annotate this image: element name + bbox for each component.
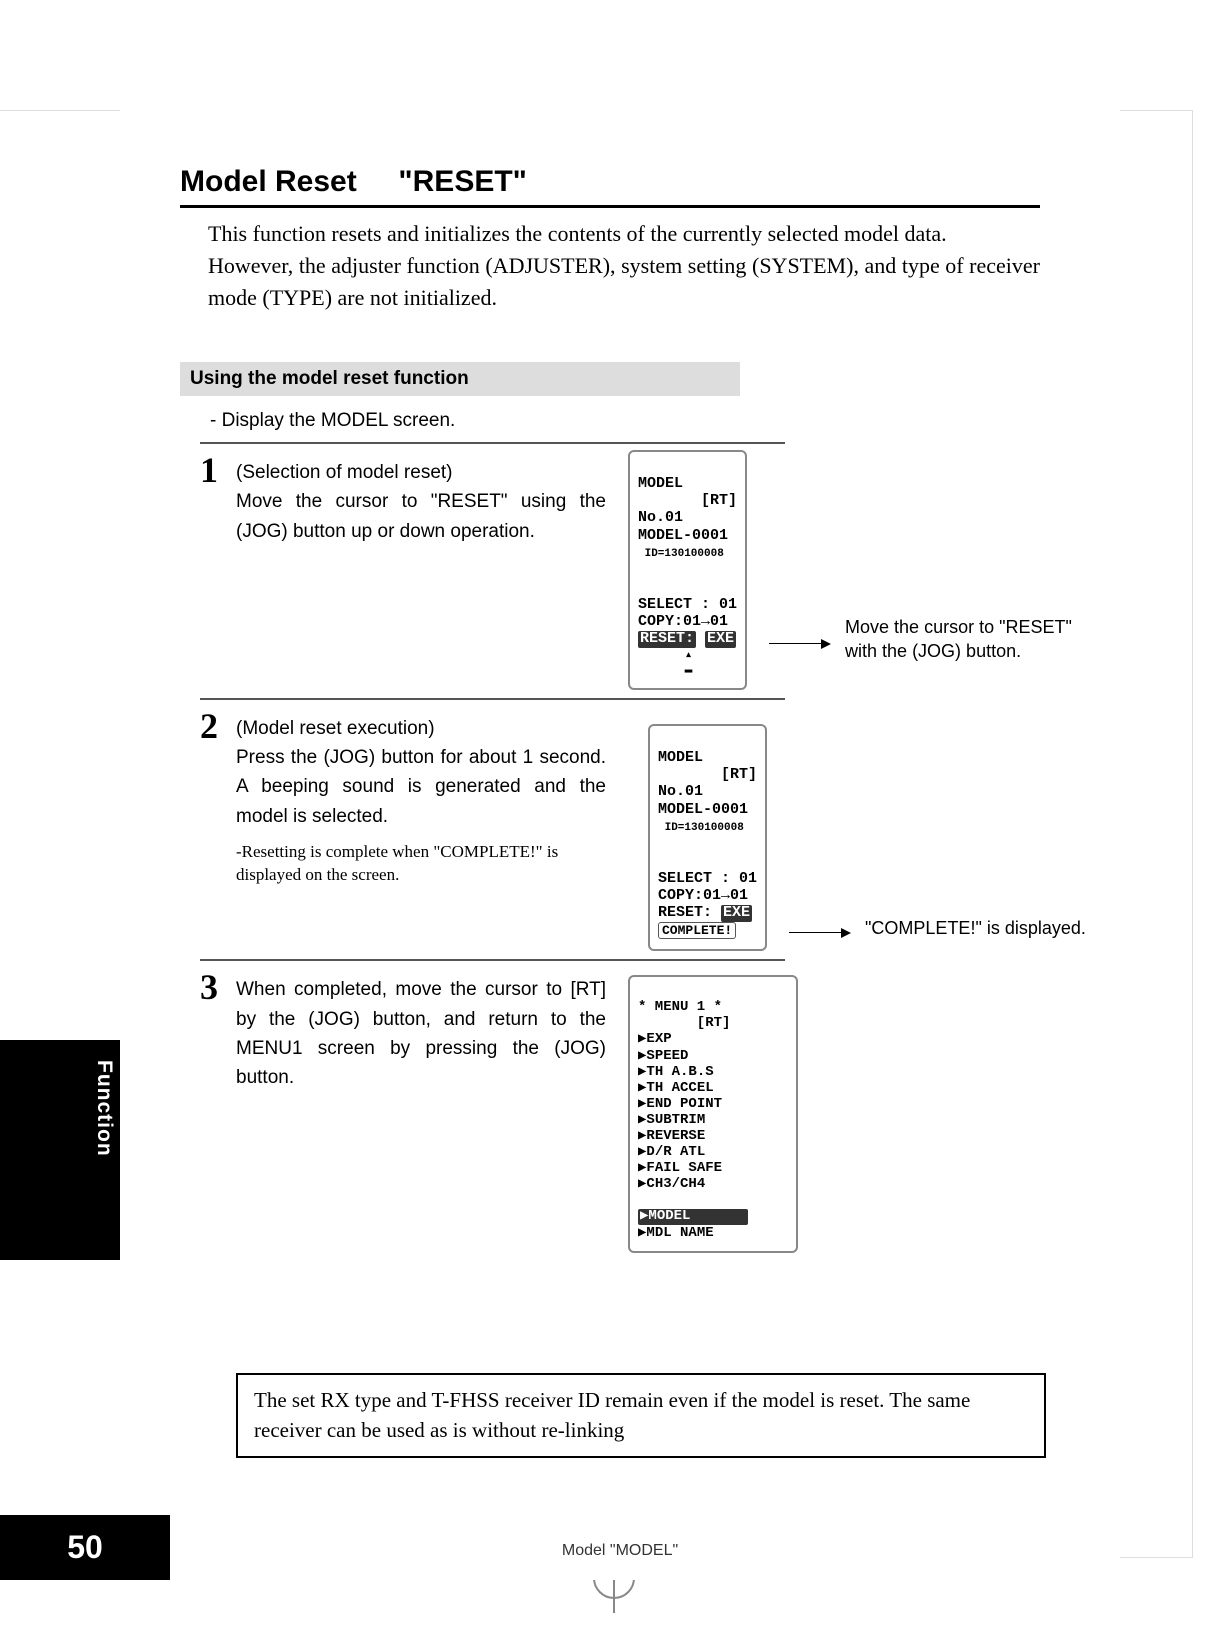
lcd3-item: ▶EXP <box>638 1031 672 1047</box>
step-3: 3 When completed, move the cursor to [RT… <box>180 967 1040 1253</box>
lcd3-title: * MENU 1 * <box>638 999 722 1015</box>
note-box: The set RX type and T-FHSS receiver ID r… <box>236 1373 1046 1458</box>
title-quote-open: " <box>398 165 412 198</box>
step-2-callout: "COMPLETE!" is displayed. <box>865 916 1115 940</box>
lcd-screen-3: * MENU 1 * [RT] ▶EXP ▶SPEED ▶TH A.B.S ▶T… <box>628 975 798 1253</box>
lcd1-l6: SELECT : 01 <box>638 596 737 613</box>
lcd3-item: ▶SPEED <box>638 1048 688 1064</box>
footer-text: Model "MODEL" <box>562 1542 678 1560</box>
step-2: 2 (Model reset execution) Press the (JOG… <box>180 706 1040 952</box>
step-1-heading: (Selection of model reset) <box>236 462 453 483</box>
intro-paragraph-2: However, the adjuster function (ADJUSTER… <box>180 250 1040 314</box>
lcd2-l1: MODEL <box>658 749 703 766</box>
lcd-screen-2: MODEL [RT] No.01 MODEL-0001 ID=130100008… <box>648 724 767 952</box>
intro-paragraph-1: This function resets and initializes the… <box>180 218 1040 250</box>
lcd3-selected: ▶MODEL <box>638 1209 748 1224</box>
title-quote-close: " <box>513 165 527 198</box>
lcd3-item: ▶TH ACCEL <box>638 1080 714 1096</box>
lcd3-item: ▶END POINT <box>638 1096 722 1112</box>
lcd-screen-1: MODEL [RT] No.01 MODEL-0001 ID=130100008… <box>628 450 747 690</box>
step-3-number: 3 <box>200 969 236 1005</box>
lcd2-l7: COPY:01→01 <box>658 887 748 904</box>
lcd3-item: ▶CH3/CH4 <box>638 1176 705 1192</box>
lcd1-l2: [RT] <box>638 492 737 509</box>
arrow-icon <box>789 932 849 933</box>
page-number: 50 <box>0 1515 170 1580</box>
lcd3-rt: [RT] <box>638 1015 730 1031</box>
lcd2-l3: No.01 <box>658 783 703 800</box>
step-1-number: 1 <box>200 452 236 488</box>
step-2-heading: (Model reset execution) <box>236 718 435 739</box>
step-2-body: Press the (JOG) button for about 1 secon… <box>236 747 606 827</box>
lcd3-item: ▶FAIL SAFE <box>638 1160 722 1176</box>
lcd2-l6: SELECT : 01 <box>658 870 757 887</box>
section-heading: Using the model reset function <box>180 362 740 396</box>
side-tab-label: Function <box>0 1040 116 1157</box>
step-3-rule-top <box>200 959 785 961</box>
lcd3-item: ▶REVERSE <box>638 1128 705 1144</box>
title-reset-word: RESET <box>413 165 513 198</box>
lcd3-item: ▶MDL NAME <box>638 1225 714 1241</box>
step-2-note: -Resetting is complete when "COMPLETE!" … <box>236 841 626 887</box>
lcd1-reset-label: RESET: <box>638 631 696 648</box>
step-1-callout: Move the cursor to "RESET" with the (JOG… <box>845 615 1095 664</box>
lcd2-l5: ID=130100008 <box>658 822 744 834</box>
lcd1-l4: MODEL-0001 <box>638 527 728 544</box>
antenna-icon: ▴▬ <box>638 648 737 678</box>
lcd3-item: ▶SUBTRIM <box>638 1112 705 1128</box>
lcd2-l4: MODEL-0001 <box>658 801 748 818</box>
side-tab: Function <box>0 1040 120 1260</box>
step-1: 1 (Selection of model reset) Move the cu… <box>180 450 1040 690</box>
display-instruction: - Display the MODEL screen. <box>210 410 1040 432</box>
title-main: Model Reset <box>180 165 357 198</box>
lcd2-l2: [RT] <box>658 766 757 783</box>
lcd1-exe: EXE <box>705 631 736 648</box>
lcd1-l1: MODEL <box>638 475 683 492</box>
step-2-number: 2 <box>200 708 236 744</box>
lcd3-item: ▶TH A.B.S <box>638 1064 714 1080</box>
lcd1-l5: ID=130100008 <box>638 548 724 560</box>
lcd2-reset-label: RESET: <box>658 904 712 921</box>
lcd2-exe: EXE <box>721 905 752 922</box>
lcd1-l7: COPY:01→01 <box>638 613 728 630</box>
page: Function Model Reset "RESET" This functi… <box>120 0 1120 1580</box>
lcd3-item: ▶D/R ATL <box>638 1144 705 1160</box>
step-1-body: Move the cursor to "RESET" using the (JO… <box>236 491 606 541</box>
step-1-rule-top <box>200 442 785 444</box>
crop-rule-right <box>1192 110 1193 1558</box>
arrow-icon <box>769 643 829 644</box>
step-2-rule-top <box>200 698 785 700</box>
page-title: Model Reset "RESET" <box>180 165 1040 199</box>
step-3-body: When completed, move the cursor to [RT] … <box>236 975 606 1093</box>
lcd1-l3: No.01 <box>638 509 683 526</box>
lcd2-complete: COMPLETE! <box>658 922 736 940</box>
title-rule <box>180 205 1040 208</box>
